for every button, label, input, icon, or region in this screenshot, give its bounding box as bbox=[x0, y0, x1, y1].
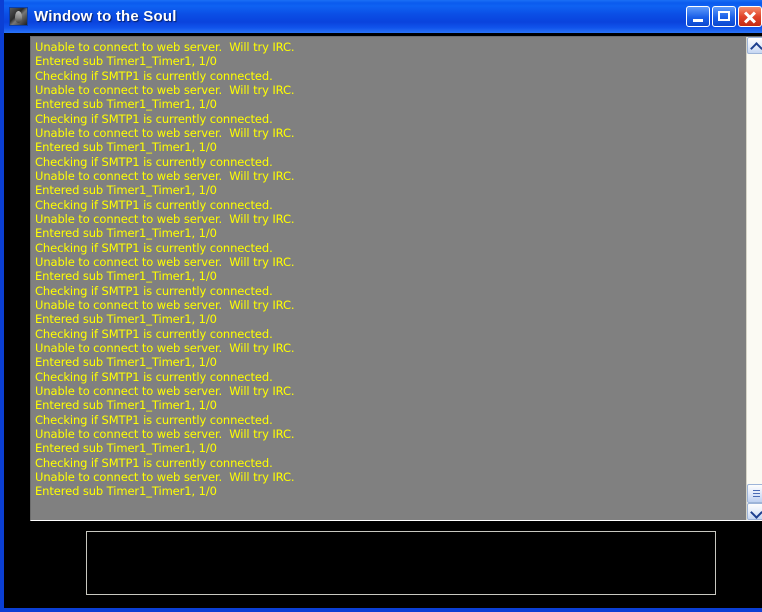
scroll-down-button[interactable] bbox=[747, 503, 762, 520]
log-panel: Unable to connect to web server. Will tr… bbox=[30, 36, 762, 521]
portrait-thumbnail-icon bbox=[9, 7, 28, 26]
log-line: Entered sub Timer1_Timer1, 1/0 bbox=[35, 312, 217, 327]
log-line: Unable to connect to web server. Will tr… bbox=[35, 125, 295, 140]
log-line: Entered sub Timer1_Timer1, 1/0 bbox=[35, 398, 217, 413]
log-line: Entered sub Timer1_Timer1, 1/0 bbox=[35, 226, 217, 241]
log-line: Checking if SMTP1 is currently connected… bbox=[35, 197, 273, 212]
scrollbar-track[interactable] bbox=[747, 54, 762, 503]
log-line: Checking if SMTP1 is currently connected… bbox=[35, 154, 273, 169]
window-title: Window to the Soul bbox=[34, 8, 177, 25]
log-line: Unable to connect to web server. Will tr… bbox=[35, 340, 295, 355]
log-line: Entered sub Timer1_Timer1, 1/0 bbox=[35, 355, 217, 370]
log-line: Entered sub Timer1_Timer1, 1/0 bbox=[35, 54, 217, 69]
log-line: Checking if SMTP1 is currently connected… bbox=[35, 283, 273, 298]
log-line: Checking if SMTP1 is currently connected… bbox=[35, 326, 273, 341]
log-line: Entered sub Timer1_Timer1, 1/0 bbox=[35, 97, 217, 112]
chevron-up-icon bbox=[750, 42, 762, 55]
log-line: Unable to connect to web server. Will tr… bbox=[35, 82, 295, 97]
minimize-button[interactable] bbox=[686, 6, 710, 27]
log-line: Checking if SMTP1 is currently connected… bbox=[35, 412, 273, 427]
log-line: Entered sub Timer1_Timer1, 1/0 bbox=[35, 484, 217, 499]
window-controls bbox=[684, 6, 762, 27]
log-line: Unable to connect to web server. Will tr… bbox=[35, 168, 295, 183]
log-line: Checking if SMTP1 is currently connected… bbox=[35, 111, 273, 126]
log-line: Checking if SMTP1 is currently connected… bbox=[35, 455, 273, 470]
application-window: Window to the Soul Unable to connect to … bbox=[0, 0, 762, 612]
command-input-panel[interactable] bbox=[86, 531, 716, 595]
maximize-button[interactable] bbox=[712, 6, 736, 27]
log-line: Entered sub Timer1_Timer1, 1/0 bbox=[35, 140, 217, 155]
grip-lines-icon bbox=[753, 490, 760, 497]
log-line: Unable to connect to web server. Will tr… bbox=[35, 469, 295, 484]
log-line: Checking if SMTP1 is currently connected… bbox=[35, 369, 273, 384]
log-line: Entered sub Timer1_Timer1, 1/0 bbox=[35, 183, 217, 198]
chevron-down-icon bbox=[750, 506, 762, 519]
command-input[interactable] bbox=[87, 532, 715, 594]
log-line: Checking if SMTP1 is currently connected… bbox=[35, 68, 273, 83]
log-line: Unable to connect to web server. Will tr… bbox=[35, 383, 295, 398]
log-message-list: Unable to connect to web server. Will tr… bbox=[31, 37, 746, 520]
log-line: Entered sub Timer1_Timer1, 1/0 bbox=[35, 269, 217, 284]
log-scrollbar[interactable] bbox=[746, 37, 762, 520]
log-line: Unable to connect to web server. Will tr… bbox=[35, 426, 295, 441]
log-line: Unable to connect to web server. Will tr… bbox=[35, 40, 295, 54]
log-line: Unable to connect to web server. Will tr… bbox=[35, 211, 295, 226]
log-line: Checking if SMTP1 is currently connected… bbox=[35, 240, 273, 255]
close-button[interactable] bbox=[738, 6, 762, 27]
log-line: Entered sub Timer1_Timer1, 1/0 bbox=[35, 441, 217, 456]
log-line: Unable to connect to web server. Will tr… bbox=[35, 254, 295, 269]
log-line: Unable to connect to web server. Will tr… bbox=[35, 297, 295, 312]
scroll-up-button[interactable] bbox=[747, 37, 762, 55]
scrollbar-thumb[interactable] bbox=[747, 484, 762, 503]
title-bar[interactable]: Window to the Soul bbox=[4, 0, 762, 33]
client-area: Unable to connect to web server. Will tr… bbox=[8, 33, 762, 608]
